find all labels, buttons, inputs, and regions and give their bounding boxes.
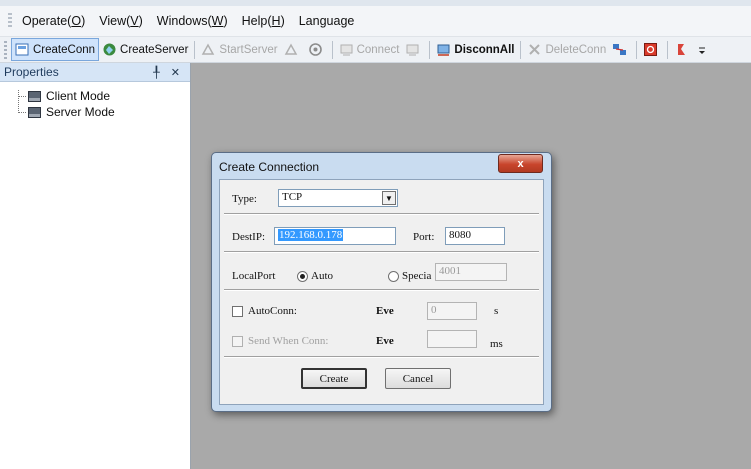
port-label: Port: xyxy=(413,231,435,243)
pin-close-icons[interactable]: ╀ ✕ xyxy=(153,66,184,79)
disconn-all-icon xyxy=(436,42,451,57)
create-server-icon xyxy=(102,42,117,57)
create-conn-button[interactable]: CreateConn xyxy=(11,38,100,61)
properties-title: Properties xyxy=(4,65,59,79)
dialog-title: Create Connection xyxy=(219,160,320,174)
destip-label: DestIP: xyxy=(232,231,265,243)
mode-tree: Client Mode Server Mode xyxy=(0,82,190,120)
toolbar-grip[interactable] xyxy=(4,40,7,59)
menu-operate[interactable]: Operate(O) xyxy=(22,14,85,28)
stop-button[interactable] xyxy=(640,39,664,60)
autoconn-checkbox[interactable] xyxy=(232,306,243,317)
create-conn-label: CreateConn xyxy=(33,43,96,56)
tree-connector xyxy=(18,112,26,113)
menu-windows[interactable]: Windows(W) xyxy=(157,14,228,28)
type-select-value: TCP xyxy=(282,191,303,203)
network-icon xyxy=(612,42,627,57)
connect-button[interactable]: Connect xyxy=(336,39,403,60)
send-when-conn-interval-input[interactable] xyxy=(427,330,477,348)
stop-server-icon xyxy=(284,42,299,57)
toolbar-separator xyxy=(667,40,669,59)
cancel-button[interactable]: Cancel xyxy=(385,368,451,389)
properties-header: Properties ╀ ✕ xyxy=(0,63,190,82)
divider xyxy=(224,356,539,358)
autoconn-label: AutoConn: xyxy=(248,305,297,317)
toolbar-separator xyxy=(331,40,333,59)
connect-label: Connect xyxy=(356,43,400,56)
computer-icon xyxy=(28,106,41,118)
delete-conn-label: DeleteConn xyxy=(545,43,607,56)
send-when-conn-unit: ms xyxy=(490,338,503,350)
toolbar-separator xyxy=(429,40,431,59)
divider xyxy=(224,289,539,291)
eve-label-2: Eve xyxy=(376,335,394,347)
menu-grip[interactable] xyxy=(8,13,12,29)
start-server-icon xyxy=(201,42,216,57)
divider xyxy=(224,251,539,253)
eve-label: Eve xyxy=(376,305,394,317)
create-conn-icon xyxy=(15,42,30,57)
menu-help[interactable]: Help(H) xyxy=(242,14,285,28)
delete-conn-button[interactable]: DeleteConn xyxy=(524,39,609,60)
start-server-label: StartServer xyxy=(219,43,278,56)
auto-radio[interactable] xyxy=(297,271,308,282)
toolbar-separator xyxy=(520,40,522,59)
special-radio[interactable] xyxy=(388,271,399,282)
computer-icon xyxy=(28,90,41,102)
stop-server-button[interactable] xyxy=(281,39,305,60)
autoconn-unit: s xyxy=(494,305,499,317)
send-when-conn-checkbox[interactable] xyxy=(232,336,243,347)
exit-button[interactable] xyxy=(671,39,695,60)
disconnect-icon xyxy=(405,42,420,57)
refresh-button[interactable] xyxy=(305,39,329,60)
disconnect-button[interactable] xyxy=(402,39,426,60)
tree-connector xyxy=(18,96,26,97)
auto-radio-label: Auto xyxy=(311,270,333,282)
type-label: Type: xyxy=(232,193,257,205)
connect-icon xyxy=(339,42,354,57)
special-radio-label: Specia xyxy=(402,270,432,282)
toolbar-overflow-button[interactable] xyxy=(695,39,719,60)
tree-item-client-mode[interactable]: Client Mode xyxy=(0,88,190,104)
chevron-down-icon[interactable]: ▼ xyxy=(382,191,396,205)
localport-label: LocalPort xyxy=(232,270,276,282)
special-port-input[interactable]: 4001 xyxy=(435,263,507,281)
menu-view[interactable]: View(V) xyxy=(99,14,143,28)
menu-bar: Operate(O) View(V) Windows(W) Help(H) La… xyxy=(0,6,751,37)
divider xyxy=(224,213,539,215)
chevron-down-icon xyxy=(698,42,713,57)
menu-language[interactable]: Language xyxy=(299,14,355,28)
exit-icon xyxy=(674,42,689,57)
network-button[interactable] xyxy=(609,39,633,60)
tree-item-server-mode[interactable]: Server Mode xyxy=(0,104,190,120)
destip-input[interactable]: 192.168.0.178 xyxy=(274,227,396,245)
delete-conn-icon xyxy=(527,42,542,57)
toolbar-separator xyxy=(636,40,638,59)
create-button[interactable]: Create xyxy=(301,368,367,389)
create-server-button[interactable]: CreateServer xyxy=(99,39,191,60)
close-button[interactable]: x xyxy=(498,154,543,173)
create-server-label: CreateServer xyxy=(120,43,189,56)
send-when-conn-label: Send When Conn: xyxy=(248,335,329,347)
create-connection-dialog: Create Connection x Type: TCP ▼ DestIP: … xyxy=(211,152,552,412)
start-server-button[interactable]: StartServer xyxy=(198,39,280,60)
tree-item-label: Server Mode xyxy=(46,105,115,119)
toolbar-separator xyxy=(194,40,196,59)
tree-item-label: Client Mode xyxy=(46,89,111,103)
port-input[interactable]: 8080 xyxy=(445,227,505,245)
disconn-all-label: DisconnAll xyxy=(454,43,515,56)
autoconn-interval-input[interactable]: 0 xyxy=(427,302,477,320)
type-select[interactable]: TCP ▼ xyxy=(278,189,398,207)
disconn-all-button[interactable]: DisconnAll xyxy=(433,39,517,60)
dialog-body: Type: TCP ▼ DestIP: 192.168.0.178 Port: … xyxy=(219,179,544,405)
refresh-icon xyxy=(308,42,323,57)
stop-icon xyxy=(643,42,658,57)
destip-value: 192.168.0.178 xyxy=(278,229,344,241)
properties-panel: Properties ╀ ✕ Client Mode Server Mode xyxy=(0,63,191,469)
toolbar: CreateConn CreateServer StartServer Conn… xyxy=(0,37,751,63)
